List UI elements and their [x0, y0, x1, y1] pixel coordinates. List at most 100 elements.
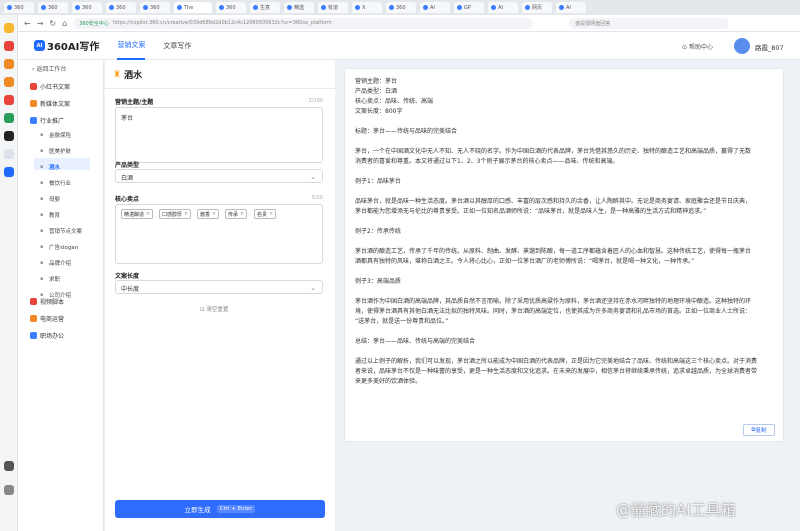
result-line: 例子3：高端品质 [355, 278, 401, 285]
browser-tab[interactable]: AI [420, 2, 450, 13]
tab-label: GP [464, 4, 471, 11]
tab-label: AI [430, 4, 435, 11]
selling-point-tag[interactable]: 口感醇厚 × [159, 209, 192, 219]
result-line: 茅台，一个在中国酒文化中无人不知、无人不晓的名字。作为中国白酒的代表品牌，茅台凭… [355, 148, 752, 155]
avatar[interactable] [734, 38, 750, 54]
tab-favicon-icon [7, 5, 12, 10]
app-icon[interactable] [4, 131, 14, 141]
browser-tab[interactable]: GP [454, 2, 484, 13]
tab-label: The [184, 4, 194, 11]
browser-tab[interactable]: 360 [386, 2, 416, 13]
back-to-workbench[interactable]: ‹ 返回工作台 [32, 64, 66, 73]
back-icon[interactable]: ← [24, 19, 31, 28]
tab-favicon-icon [321, 5, 326, 10]
type-select[interactable]: 白酒 ⌄ [115, 169, 323, 183]
browser-tab[interactable]: The [174, 2, 212, 13]
tag-label: 酱香 [200, 211, 211, 218]
browser-tab[interactable]: 生意 [250, 2, 280, 13]
forward-icon[interactable]: → [37, 19, 44, 28]
tab-label: 360 [14, 4, 24, 11]
app-icon[interactable] [4, 41, 14, 51]
sidebar-subitem[interactable]: ▪ 求职 [40, 275, 60, 283]
app-icon[interactable] [4, 167, 14, 177]
tab-label: 360 [396, 4, 406, 11]
browser-tab[interactable]: AI [488, 2, 518, 13]
refresh-icon[interactable]: ↻ [49, 19, 56, 28]
app-icon[interactable] [4, 95, 14, 105]
selling-point-tag[interactable]: 名贵 × [254, 209, 277, 219]
home-icon[interactable]: ⌂ [62, 19, 67, 28]
address-url[interactable]: https://copilot.360.cn/creative/039d689d… [113, 20, 332, 26]
selling-point-tag[interactable]: 传承 × [225, 209, 248, 219]
sidebar-category[interactable]: 小红书文案 [30, 82, 70, 91]
sidebar-subitem[interactable]: ▪ 教育 [40, 211, 60, 219]
browser-search-input[interactable]: 盛是很网盘回答 [569, 17, 730, 29]
app-icon[interactable] [4, 77, 14, 87]
tab-label: AI [498, 4, 503, 11]
theme-textarea[interactable]: 茅台 [115, 107, 323, 163]
username[interactable]: 路霞_807 [755, 42, 784, 52]
close-icon[interactable]: × [146, 211, 150, 217]
tab-writing[interactable]: 文章写作 [163, 32, 191, 60]
sidebar-category[interactable]: 视频脚本 [30, 297, 64, 306]
browser-tab[interactable]: 有道 [318, 2, 348, 13]
sidebar-subitem[interactable]: ▪ 品牌介绍 [40, 259, 71, 267]
sidebar-subitem[interactable]: ▪ 酒水 [40, 163, 60, 171]
app-icon[interactable] [4, 113, 14, 123]
sidebar-category[interactable]: 职场办公 [30, 331, 64, 340]
sidebar-category[interactable]: 行业推广 [30, 116, 64, 125]
length-label: 文案长度 [115, 273, 140, 280]
length-select[interactable]: 中长度 ⌄ [115, 280, 323, 294]
close-icon[interactable]: × [269, 211, 273, 217]
sidebar-subitem[interactable]: ▪ 广告slogan [40, 243, 78, 251]
result-line: 酒都具有独特的风味，堪称白酒之王。今人将心比心，正如一位茅台酒厂的老师傅所说：“… [355, 258, 695, 265]
browser-tab[interactable]: 360 [106, 2, 136, 13]
tab-favicon-icon [177, 5, 182, 10]
subitem-icon: ▪ [40, 276, 44, 282]
form-title-text: 酒水 [124, 71, 143, 81]
sidebar-subitem[interactable]: ▪ 母婴 [40, 195, 60, 203]
generate-button[interactable]: 立即生成 Ctrl + Enter [115, 500, 325, 518]
browser-tab[interactable]: 360 [216, 2, 246, 13]
browser-tab[interactable]: X [352, 2, 382, 13]
app-icon[interactable] [4, 149, 14, 159]
close-icon[interactable]: × [240, 211, 244, 217]
clear-button[interactable]: ⊡ 清空重置 [200, 305, 228, 313]
settings-icon[interactable] [4, 485, 14, 495]
browser-tab[interactable]: 精选 [284, 2, 314, 13]
selling-point-tag[interactable]: 精湛酿造 × [121, 209, 154, 219]
tab-favicon-icon [109, 5, 114, 10]
tab-favicon-icon [491, 5, 496, 10]
browser-tab[interactable]: 360 [140, 2, 170, 13]
pin-icon[interactable] [4, 461, 14, 471]
sidebar-category[interactable]: 电商运营 [30, 314, 64, 323]
core-tag-input[interactable]: 精湛酿造 × 口感醇厚 × 酱香 × 传承 × 名贵 × [115, 204, 323, 264]
favorites-icon[interactable] [4, 23, 14, 33]
tab-favicon-icon [355, 5, 360, 10]
subitem-label: 母婴 [49, 197, 61, 203]
help-center-link[interactable]: ⊙ 帮助中心 [682, 42, 713, 51]
category-icon [30, 117, 37, 124]
close-icon[interactable]: × [212, 211, 216, 217]
generate-label: 立即生成 [184, 506, 211, 514]
sidebar-subitem[interactable]: ▪ 餐饮行业 [40, 179, 71, 187]
browser-toolbar: ← → ↻ ⌂ 360安全中心 https://copilot.360.cn/c… [18, 15, 800, 32]
sidebar-category[interactable]: 新媒体文案 [30, 99, 70, 108]
close-icon[interactable]: × [184, 211, 188, 217]
app-logo[interactable]: AI 360AI写作 [34, 38, 99, 53]
sidebar-subitem[interactable]: ▪ 营销节点文案 [40, 227, 82, 235]
browser-tab[interactable]: 网页 [522, 2, 552, 13]
selling-point-tag[interactable]: 酱香 × [197, 209, 220, 219]
app-icon[interactable] [4, 59, 14, 69]
browser-tab-strip: 360 360 360 360 360 The 360 生意 精选 有道 X 360 AI GP AI 网页 A… [0, 0, 800, 15]
sidebar-subitem[interactable]: ▪ 医美护肤 [40, 147, 71, 155]
copy-button[interactable]: ⧉ 复制 [743, 424, 775, 436]
tab-label: 360 [150, 4, 160, 11]
browser-tab[interactable]: 360 [38, 2, 68, 13]
browser-tab[interactable]: 360 [4, 2, 34, 13]
tab-marketing[interactable]: 营销文案 [117, 32, 146, 60]
browser-tab[interactable]: 360 [72, 2, 102, 13]
address-bar[interactable]: 360安全中心 https://copilot.360.cn/creative/… [73, 17, 534, 29]
browser-tab[interactable]: AI [556, 2, 586, 13]
sidebar-subitem[interactable]: ▪ 金融保险 [40, 131, 71, 139]
